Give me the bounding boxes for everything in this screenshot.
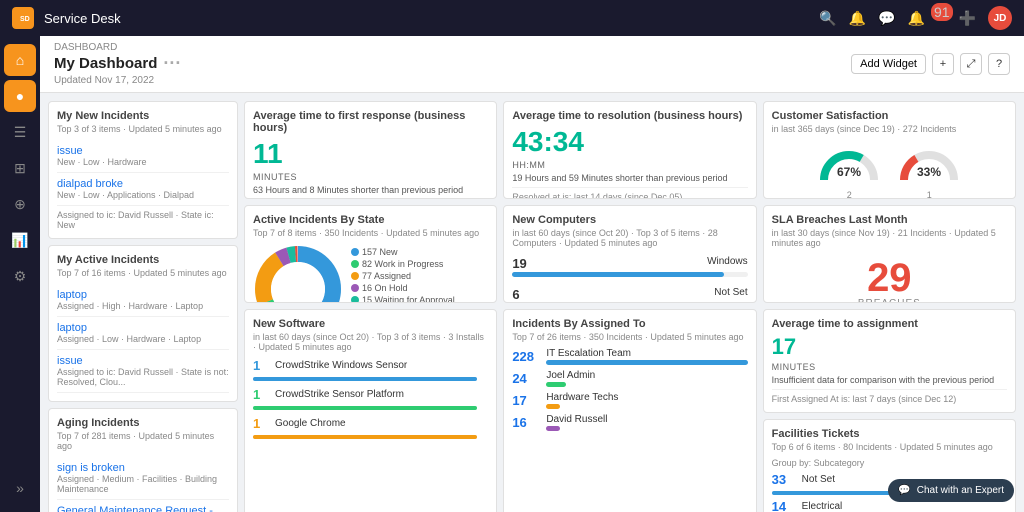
last-updated: Updated Nov 17, 2022 <box>54 75 181 86</box>
chat-icon[interactable]: 💬 <box>878 10 895 27</box>
list-item: issue New · Low · Hardware <box>57 140 229 173</box>
svg-text:SD: SD <box>20 16 30 23</box>
list-item: issue Assigned to ic: David Russell · St… <box>57 350 229 393</box>
list-item: laptop Assigned · Low · Hardware · Lapto… <box>57 317 229 350</box>
positive-gauge: 67% 2 <box>814 140 884 199</box>
sidebar-item-expand[interactable]: » <box>4 472 36 504</box>
widget-aging-incidents: Aging Incidents Top 7 of 281 items · Upd… <box>48 408 238 512</box>
chat-icon: 💬 <box>898 485 910 496</box>
assigned-list: 228 IT Escalation Team 24 Joel Admin <box>512 348 747 431</box>
add-widget-button[interactable]: Add Widget <box>851 54 926 74</box>
sla-label: BREACHES <box>772 298 1007 303</box>
sidebar-item-dashboard[interactable]: ● <box>4 80 36 112</box>
app-logo: SD <box>12 7 34 29</box>
chat-bubble[interactable]: 💬 Chat with an Expert <box>888 479 1014 502</box>
app-title: Service Desk <box>44 11 809 26</box>
negative-gauge: 33% 1 <box>894 140 964 199</box>
widget-new-computers: New Computers in last 60 days (since Oct… <box>503 205 756 303</box>
notification-badge: 91 <box>931 3 953 21</box>
plus-button[interactable]: + <box>932 53 954 75</box>
title-options-icon[interactable]: ··· <box>163 53 181 74</box>
list-item: General Maintenance Request - Clean Up- … <box>57 500 229 512</box>
main-layout: ⌂ ● ☰ ⊞ ⊕ 📊 ⚙ » DASHBOARD My Dashboard ·… <box>0 36 1024 512</box>
page-header-right: Add Widget + ⤢ ? <box>851 53 1010 75</box>
page-title: My Dashboard ··· <box>54 53 181 74</box>
list-item: 16 David Russell <box>512 414 747 431</box>
list-item: dialpad broke New · Low · Applications ·… <box>57 173 229 206</box>
list-item: 1 Google Chrome <box>253 416 488 431</box>
widget-my-new-incidents: My New Incidents Top 3 of 3 items · Upda… <box>48 101 238 239</box>
widget-avg-assignment: Average time to assignment 17 MINUTES In… <box>763 309 1016 413</box>
widget-sla-breaches: SLA Breaches Last Month in last 30 days … <box>763 205 1016 303</box>
main-content: DASHBOARD My Dashboard ··· Updated Nov 1… <box>40 36 1024 512</box>
donut-area: 157 New 82 Work in Progress 77 Assigned … <box>253 244 488 303</box>
svg-text:33%: 33% <box>917 165 941 179</box>
page-header: DASHBOARD My Dashboard ··· Updated Nov 1… <box>40 36 1024 93</box>
list-item: 24 Joel Admin <box>512 370 747 387</box>
help-button[interactable]: ? <box>988 53 1010 75</box>
sidebar-item-settings[interactable]: ⚙ <box>4 260 36 292</box>
sidebar: ⌂ ● ☰ ⊞ ⊕ 📊 ⚙ » <box>0 36 40 512</box>
list-item: 1 CrowdStrike Sensor Platform <box>253 387 488 402</box>
list-item: 1 CrowdStrike Windows Sensor <box>253 358 488 373</box>
sidebar-item-tickets[interactable]: ⊞ <box>4 152 36 184</box>
avatar[interactable]: JD <box>988 6 1012 30</box>
bar-row: 6 Not Set <box>512 287 747 303</box>
facilities-group-by: Group by: Subcategory <box>772 458 1007 468</box>
widget-incidents-by-assigned: Incidents By Assigned To Top 7 of 26 ite… <box>503 309 756 512</box>
dashboard-grid: My New Incidents Top 3 of 3 items · Upda… <box>40 93 1024 512</box>
donut-legend: 157 New 82 Work in Progress 77 Assigned … <box>351 247 455 303</box>
top-nav-icons: 🔍 🔔 💬 🔔91 ➕ JD <box>819 6 1012 30</box>
search-icon[interactable]: 🔍 <box>819 10 836 27</box>
sla-value: 29 <box>772 258 1007 298</box>
sidebar-item-list[interactable]: ☰ <box>4 116 36 148</box>
notification-icon[interactable]: 🔔91 <box>908 10 947 27</box>
list-item: 228 IT Escalation Team <box>512 348 747 365</box>
sidebar-item-home[interactable]: ⌂ <box>4 44 36 76</box>
widget-new-software: New Software in last 60 days (since Oct … <box>244 309 497 512</box>
list-item: sign is broken Assigned · Medium · Facil… <box>57 457 229 500</box>
widget-avg-first-response: Average time to first response (business… <box>244 101 497 199</box>
donut-chart <box>253 244 343 303</box>
top-nav: SD Service Desk 🔍 🔔 💬 🔔91 ➕ JD <box>0 0 1024 36</box>
page-header-left: DASHBOARD My Dashboard ··· Updated Nov 1… <box>54 42 181 86</box>
sidebar-item-reports[interactable]: 📊 <box>4 224 36 256</box>
widget-avg-resolution: Average time to resolution (business hou… <box>503 101 756 199</box>
new-computers-bars: 19 Windows 6 Not Set <box>512 256 747 303</box>
svg-text:67%: 67% <box>837 165 861 179</box>
list-item: laptop Assigned · High · Hardware · Lapt… <box>57 284 229 317</box>
widget-customer-satisfaction: Customer Satisfaction in last 365 days (… <box>763 101 1016 199</box>
list-item: 17 Hardware Techs <box>512 392 747 409</box>
sidebar-item-problems[interactable]: ⊕ <box>4 188 36 220</box>
breadcrumb: DASHBOARD <box>54 42 181 53</box>
widget-my-active-incidents: My Active Incidents Top 7 of 16 items · … <box>48 245 238 402</box>
add-icon[interactable]: ➕ <box>959 10 976 27</box>
csat-container: 67% 2 33% 1 <box>772 140 1007 199</box>
software-list: 1 CrowdStrike Windows Sensor 1 CrowdStri… <box>253 358 488 439</box>
widget-active-incidents-state: Active Incidents By State Top 7 of 8 ite… <box>244 205 497 303</box>
bar-row: 19 Windows <box>512 256 747 277</box>
bell-icon[interactable]: 🔔 <box>849 10 866 27</box>
fullscreen-button[interactable]: ⤢ <box>960 53 982 75</box>
